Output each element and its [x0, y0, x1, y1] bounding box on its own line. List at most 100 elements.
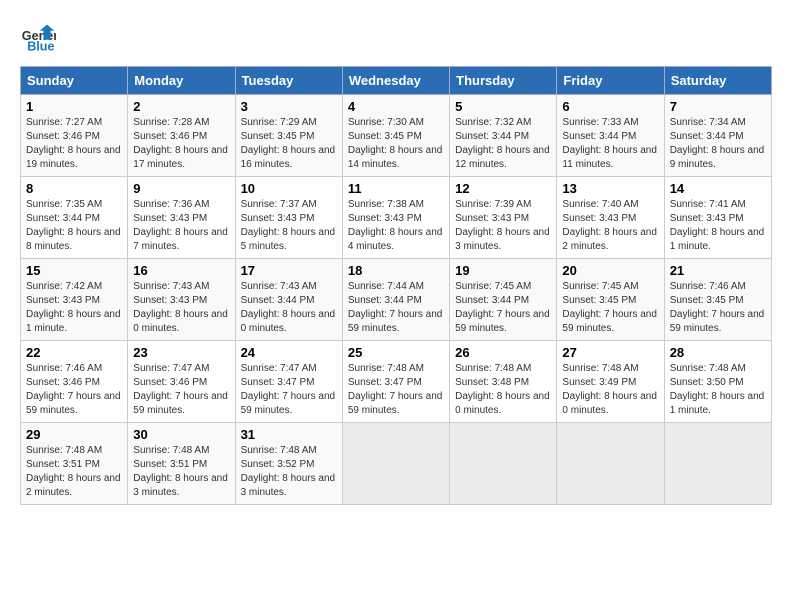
day-number: 31: [241, 427, 337, 442]
day-cell-28: 28 Sunrise: 7:48 AM Sunset: 3:50 PM Dayli…: [664, 341, 771, 423]
day-cell-29: 29 Sunrise: 7:48 AM Sunset: 3:51 PM Dayli…: [21, 423, 128, 505]
weekday-header-friday: Friday: [557, 67, 664, 95]
day-info: Sunrise: 7:38 AM Sunset: 3:43 PM Dayligh…: [348, 198, 444, 254]
day-info: Sunrise: 7:30 AM Sunset: 3:45 PM Dayligh…: [348, 116, 444, 172]
calendar-week-4: 22 Sunrise: 7:46 AM Sunset: 3:46 PM Dayli…: [21, 341, 772, 423]
day-info: Sunrise: 7:37 AM Sunset: 3:43 PM Dayligh…: [241, 198, 337, 254]
day-number: 7: [670, 99, 766, 114]
calendar-table: SundayMondayTuesdayWednesdayThursdayFrid…: [20, 66, 772, 505]
day-cell-25: 25Sunrise: 7:48 AM Sunset: 3:47 PM Dayli…: [342, 341, 449, 423]
day-info: Sunrise: 7:46 AM Sunset: 3:46 PM Dayligh…: [26, 362, 122, 418]
day-info: Sunrise: 7:47 AM Sunset: 3:47 PM Dayligh…: [241, 362, 337, 418]
day-cell-31: 31 Sunrise: 7:48 AM Sunset: 3:52 PM Dayli…: [235, 423, 342, 505]
day-info: Sunrise: 7:36 AM Sunset: 3:43 PM Dayligh…: [133, 198, 229, 254]
day-info: Sunrise: 7:47 AM Sunset: 3:46 PM Dayligh…: [133, 362, 229, 418]
day-info: Sunrise: 7:32 AM Sunset: 3:44 PM Dayligh…: [455, 116, 551, 172]
weekday-header-monday: Monday: [128, 67, 235, 95]
day-cell-7: 7 Sunrise: 7:34 AM Sunset: 3:44 PM Daylig…: [664, 95, 771, 177]
day-number: 22: [26, 345, 122, 360]
weekday-header-wednesday: Wednesday: [342, 67, 449, 95]
day-info: Sunrise: 7:45 AM Sunset: 3:45 PM Dayligh…: [562, 280, 658, 336]
day-cell-4: 4 Sunrise: 7:30 AM Sunset: 3:45 PM Daylig…: [342, 95, 449, 177]
day-info: Sunrise: 7:33 AM Sunset: 3:44 PM Dayligh…: [562, 116, 658, 172]
day-cell-21: 21Sunrise: 7:46 AM Sunset: 3:45 PM Dayli…: [664, 259, 771, 341]
day-cell-11: 11 Sunrise: 7:38 AM Sunset: 3:43 PM Dayli…: [342, 177, 449, 259]
empty-cell: [342, 423, 449, 505]
day-number: 16: [133, 263, 229, 278]
day-info: Sunrise: 7:34 AM Sunset: 3:44 PM Dayligh…: [670, 116, 766, 172]
day-info: Sunrise: 7:48 AM Sunset: 3:50 PM Dayligh…: [670, 362, 766, 418]
day-cell-19: 19Sunrise: 7:45 AM Sunset: 3:44 PM Dayli…: [450, 259, 557, 341]
day-cell-27: 27 Sunrise: 7:48 AM Sunset: 3:49 PM Dayli…: [557, 341, 664, 423]
day-number: 3: [241, 99, 337, 114]
day-cell-9: 9 Sunrise: 7:36 AM Sunset: 3:43 PM Daylig…: [128, 177, 235, 259]
day-info: Sunrise: 7:28 AM Sunset: 3:46 PM Dayligh…: [133, 116, 229, 172]
day-number: 18: [348, 263, 444, 278]
day-cell-5: 5Sunrise: 7:32 AM Sunset: 3:44 PM Daylig…: [450, 95, 557, 177]
day-info: Sunrise: 7:48 AM Sunset: 3:51 PM Dayligh…: [26, 444, 122, 500]
day-number: 29: [26, 427, 122, 442]
calendar-week-2: 8Sunrise: 7:35 AM Sunset: 3:44 PM Daylig…: [21, 177, 772, 259]
day-info: Sunrise: 7:44 AM Sunset: 3:44 PM Dayligh…: [348, 280, 444, 336]
day-info: Sunrise: 7:42 AM Sunset: 3:43 PM Dayligh…: [26, 280, 122, 336]
day-info: Sunrise: 7:27 AM Sunset: 3:46 PM Dayligh…: [26, 116, 122, 172]
day-cell-12: 12Sunrise: 7:39 AM Sunset: 3:43 PM Dayli…: [450, 177, 557, 259]
day-info: Sunrise: 7:46 AM Sunset: 3:45 PM Dayligh…: [670, 280, 766, 336]
day-info: Sunrise: 7:48 AM Sunset: 3:52 PM Dayligh…: [241, 444, 337, 500]
day-cell-13: 13 Sunrise: 7:40 AM Sunset: 3:43 PM Dayli…: [557, 177, 664, 259]
day-number: 13: [562, 181, 658, 196]
day-info: Sunrise: 7:40 AM Sunset: 3:43 PM Dayligh…: [562, 198, 658, 254]
day-info: Sunrise: 7:48 AM Sunset: 3:47 PM Dayligh…: [348, 362, 444, 418]
day-cell-15: 15 Sunrise: 7:42 AM Sunset: 3:43 PM Dayli…: [21, 259, 128, 341]
day-number: 15: [26, 263, 122, 278]
day-number: 12: [455, 181, 551, 196]
weekday-header-tuesday: Tuesday: [235, 67, 342, 95]
day-cell-6: 6 Sunrise: 7:33 AM Sunset: 3:44 PM Daylig…: [557, 95, 664, 177]
day-info: Sunrise: 7:48 AM Sunset: 3:49 PM Dayligh…: [562, 362, 658, 418]
day-cell-22: 22 Sunrise: 7:46 AM Sunset: 3:46 PM Dayli…: [21, 341, 128, 423]
day-number: 30: [133, 427, 229, 442]
day-cell-16: 16 Sunrise: 7:43 AM Sunset: 3:43 PM Dayli…: [128, 259, 235, 341]
day-info: Sunrise: 7:48 AM Sunset: 3:51 PM Dayligh…: [133, 444, 229, 500]
page-header: General Blue: [20, 20, 772, 56]
day-info: Sunrise: 7:43 AM Sunset: 3:44 PM Dayligh…: [241, 280, 337, 336]
empty-cell: [450, 423, 557, 505]
day-number: 28: [670, 345, 766, 360]
weekday-header-sunday: Sunday: [21, 67, 128, 95]
day-cell-10: 10 Sunrise: 7:37 AM Sunset: 3:43 PM Dayli…: [235, 177, 342, 259]
day-info: Sunrise: 7:41 AM Sunset: 3:43 PM Dayligh…: [670, 198, 766, 254]
day-number: 27: [562, 345, 658, 360]
empty-cell: [557, 423, 664, 505]
day-cell-3: 3 Sunrise: 7:29 AM Sunset: 3:45 PM Daylig…: [235, 95, 342, 177]
day-number: 24: [241, 345, 337, 360]
day-number: 11: [348, 181, 444, 196]
day-info: Sunrise: 7:29 AM Sunset: 3:45 PM Dayligh…: [241, 116, 337, 172]
day-info: Sunrise: 7:48 AM Sunset: 3:48 PM Dayligh…: [455, 362, 551, 418]
day-number: 9: [133, 181, 229, 196]
day-number: 23: [133, 345, 229, 360]
day-number: 17: [241, 263, 337, 278]
day-number: 26: [455, 345, 551, 360]
day-cell-2: 2 Sunrise: 7:28 AM Sunset: 3:46 PM Daylig…: [128, 95, 235, 177]
day-cell-17: 17 Sunrise: 7:43 AM Sunset: 3:44 PM Dayli…: [235, 259, 342, 341]
day-cell-24: 24 Sunrise: 7:47 AM Sunset: 3:47 PM Dayli…: [235, 341, 342, 423]
day-cell-23: 23 Sunrise: 7:47 AM Sunset: 3:46 PM Dayli…: [128, 341, 235, 423]
day-number: 20: [562, 263, 658, 278]
day-info: Sunrise: 7:43 AM Sunset: 3:43 PM Dayligh…: [133, 280, 229, 336]
calendar-week-3: 15 Sunrise: 7:42 AM Sunset: 3:43 PM Dayli…: [21, 259, 772, 341]
day-cell-30: 30 Sunrise: 7:48 AM Sunset: 3:51 PM Dayli…: [128, 423, 235, 505]
day-number: 4: [348, 99, 444, 114]
day-number: 2: [133, 99, 229, 114]
day-number: 14: [670, 181, 766, 196]
day-cell-14: 14 Sunrise: 7:41 AM Sunset: 3:43 PM Dayli…: [664, 177, 771, 259]
day-cell-1: 1 Sunrise: 7:27 AM Sunset: 3:46 PM Daylig…: [21, 95, 128, 177]
day-number: 19: [455, 263, 551, 278]
day-cell-8: 8Sunrise: 7:35 AM Sunset: 3:44 PM Daylig…: [21, 177, 128, 259]
day-number: 1: [26, 99, 122, 114]
day-number: 6: [562, 99, 658, 114]
day-number: 8: [26, 181, 122, 196]
day-cell-18: 18 Sunrise: 7:44 AM Sunset: 3:44 PM Dayli…: [342, 259, 449, 341]
weekday-header-saturday: Saturday: [664, 67, 771, 95]
svg-text:Blue: Blue: [27, 40, 54, 54]
day-number: 10: [241, 181, 337, 196]
